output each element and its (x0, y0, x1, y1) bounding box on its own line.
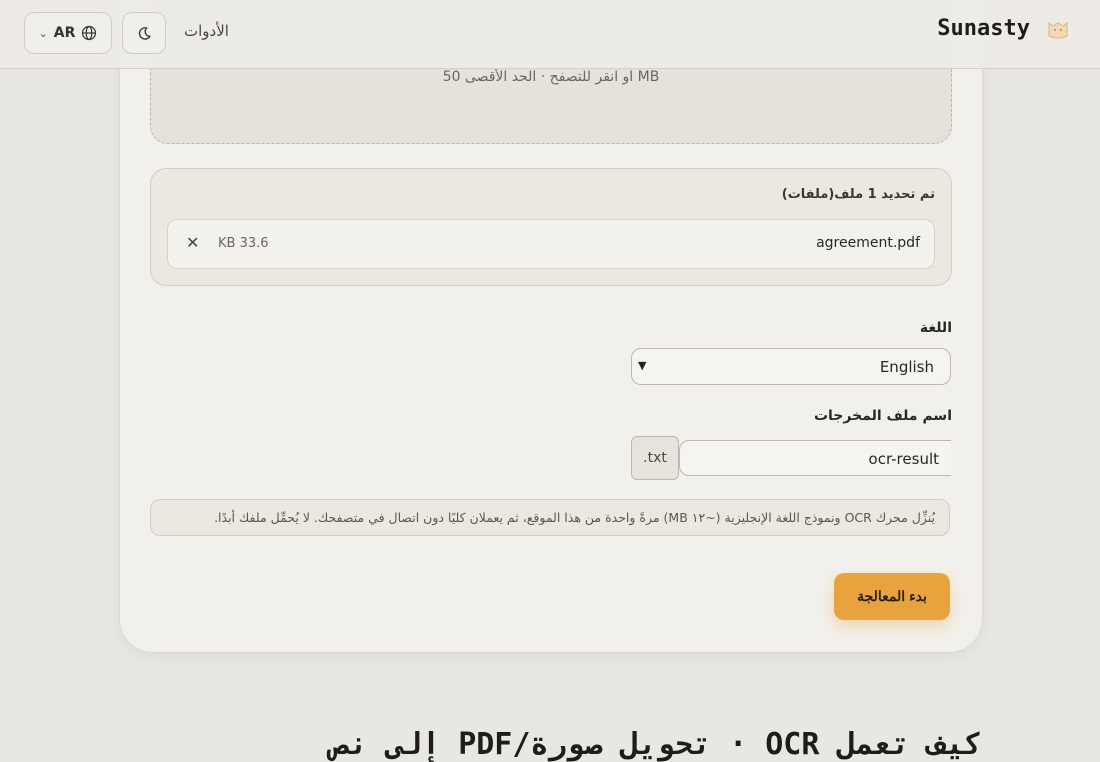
chevron-down-icon: ⌄ (38, 26, 48, 40)
output-filename-label: اسم ملف المخرجات (813, 408, 952, 424)
brand-name: Sunasty (937, 15, 1030, 41)
moon-icon (138, 26, 151, 40)
offline-info-note: يُنزِّل محرك OCR ونموذج اللغة الإنجليزية… (150, 499, 950, 536)
selected-files-panel: تم تحديد 1 ملف(ملفات) agreement.pdf 33.6… (150, 168, 952, 286)
file-size: 33.6 KB (218, 236, 269, 251)
theme-toggle-button[interactable] (122, 12, 166, 54)
language-code: AR (53, 25, 76, 41)
tools-nav-link[interactable]: الأدوات (184, 22, 229, 40)
output-filename-input[interactable]: ocr-result (679, 440, 951, 476)
language-selected-value: English (879, 358, 934, 376)
file-name: agreement.pdf (816, 235, 920, 251)
how-it-works-heading: كيف تعمل OCR · تحويل صورة/PDF إلى نص (331, 726, 982, 762)
top-navigation-bar: ⌄ AR الأدوات Sunasty (0, 0, 1100, 69)
offline-info-text: يُنزِّل محرك OCR ونموذج اللغة الإنجليزية… (214, 510, 935, 525)
file-list-item: agreement.pdf 33.6 KB ✕ (167, 219, 935, 269)
start-processing-button[interactable]: بدء المعالجة (834, 573, 950, 620)
language-switcher-button[interactable]: ⌄ AR (24, 12, 112, 54)
dropzone-hint: او انقر للتصفح · الحد الأقصى 50 MB (442, 69, 660, 85)
brand[interactable]: Sunasty (937, 14, 1072, 42)
output-filename-value: ocr-result (868, 450, 939, 468)
select-arrow-icon: ▼ (638, 359, 647, 372)
globe-icon (82, 25, 97, 41)
remove-file-icon[interactable]: ✕ (186, 233, 199, 252)
language-select[interactable]: English ▼ (631, 348, 951, 385)
ocr-tool-card: او انقر للتصفح · الحد الأقصى 50 MB تم تح… (119, 0, 983, 653)
selected-files-title: تم تحديد 1 ملف(ملفات) (781, 187, 935, 202)
output-extension: .txt (631, 436, 679, 480)
language-label: اللغة (919, 320, 952, 336)
cat-logo-icon (1048, 22, 1068, 39)
